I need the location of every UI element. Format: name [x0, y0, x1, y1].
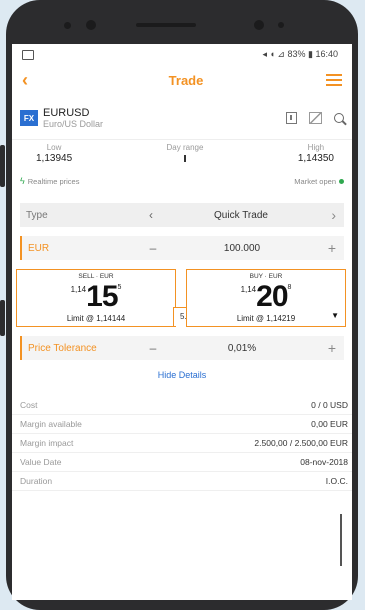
- buy-button[interactable]: BUY · EUR 1,14208 Limit @ 1,14219 ▼: [186, 269, 346, 327]
- speaker-bar: [136, 23, 196, 27]
- high-value: 1,14350: [297, 153, 334, 164]
- phone-side-button: [0, 145, 5, 187]
- market-status: Market open: [294, 176, 336, 186]
- app-screen: ◂ ◖ ⊿ 83% ▮ 16:40 ‹ Trade FX EURUSD Euro…: [12, 44, 352, 600]
- amount-row[interactable]: EUR – 100.000 +: [20, 236, 344, 260]
- info-icon[interactable]: [286, 112, 297, 124]
- price-stats: Low 1,13945 Day range High 1,14350: [12, 139, 352, 173]
- sensor-dot-right: [278, 22, 284, 28]
- detail-row: Margin impact 2.500,00 / 2.500,00 EUR: [12, 434, 352, 453]
- order-details: Cost 0 / 0 USD Margin available 0,00 EUR M…: [12, 396, 352, 491]
- app-bar: ‹ Trade: [12, 65, 352, 95]
- detail-row: Cost 0 / 0 USD: [12, 396, 352, 415]
- realtime-bar: ϟ Realtime prices Market open: [12, 173, 352, 189]
- minus-icon[interactable]: –: [138, 341, 168, 355]
- signal-icons: ◂ ◖ ⊿: [262, 49, 285, 59]
- battery-level: 83%: [287, 49, 306, 59]
- stat-high: High 1,14350: [297, 143, 334, 164]
- order-type-label: Type: [26, 209, 48, 221]
- quote-panel: SELL · EUR 1,14155 Limit @ 1,14144 5.3 B…: [16, 269, 346, 333]
- instrument-name: Euro/US Dollar: [43, 119, 104, 129]
- order-type-row[interactable]: Type ‹ Quick Trade ›: [20, 203, 344, 227]
- day-range-marker: [183, 155, 186, 162]
- buy-price: 1,14208: [240, 280, 292, 313]
- tolerance-label: Price Tolerance: [28, 342, 97, 354]
- back-chevron-icon[interactable]: ‹: [22, 71, 46, 89]
- clock: 16:40: [315, 49, 338, 59]
- buy-limit: Limit @ 1,14219: [236, 314, 296, 323]
- sell-button[interactable]: SELL · EUR 1,14155 Limit @ 1,14144: [16, 269, 176, 327]
- stat-day-range: Day range: [167, 143, 203, 173]
- detail-row: Duration I.O.C.: [12, 472, 352, 491]
- sensor-dot: [64, 22, 71, 29]
- tolerance-value[interactable]: 0,01%: [168, 343, 316, 354]
- status-bar: ◂ ◖ ⊿ 83% ▮ 16:40: [12, 44, 352, 65]
- price-down-arrow-icon: ▼: [331, 311, 339, 320]
- phone-side-button-lower: [0, 300, 5, 336]
- phone-top-bezel: [6, 0, 358, 44]
- chevron-right-icon[interactable]: ›: [316, 207, 336, 223]
- notification-icon: [22, 49, 34, 60]
- sell-price: 1,14155: [70, 280, 122, 313]
- detail-row: Value Date 08-nov-2018: [12, 453, 352, 472]
- chart-icon[interactable]: [309, 112, 322, 124]
- price-tolerance-row[interactable]: Price Tolerance – 0,01% +: [20, 336, 344, 360]
- sell-limit: Limit @ 1,14144: [66, 314, 126, 323]
- search-icon[interactable]: [334, 113, 344, 123]
- market-open-dot-icon: [339, 178, 344, 184]
- camera-dot: [86, 20, 96, 30]
- instrument-header: FX EURUSD Euro/US Dollar: [12, 103, 352, 133]
- plus-icon[interactable]: +: [316, 240, 336, 256]
- page-title: Trade: [168, 72, 204, 88]
- buy-header: BUY · EUR: [249, 273, 283, 280]
- sell-header: SELL · EUR: [78, 273, 114, 280]
- lightning-icon: ϟ: [20, 176, 25, 186]
- stat-low: Low 1,13945: [36, 143, 73, 164]
- scrollbar[interactable]: [340, 514, 342, 566]
- amount-value[interactable]: 100.000: [168, 243, 316, 254]
- chevron-left-icon[interactable]: ‹: [136, 208, 166, 222]
- amount-currency-label: EUR: [28, 242, 50, 254]
- instrument-symbol: EURUSD: [43, 107, 90, 119]
- minus-icon[interactable]: –: [138, 241, 168, 255]
- hide-details-link[interactable]: Hide Details: [12, 370, 352, 384]
- hamburger-menu-icon[interactable]: [326, 74, 342, 86]
- plus-icon[interactable]: +: [316, 340, 336, 356]
- order-type-value: Quick Trade: [214, 209, 268, 221]
- realtime-label: Realtime prices: [27, 176, 80, 186]
- front-camera-dot: [254, 20, 264, 30]
- fx-badge-icon: FX: [20, 110, 38, 126]
- status-right: ◂ ◖ ⊿ 83% ▮ 16:40: [262, 49, 338, 60]
- low-value: 1,13945: [36, 153, 73, 164]
- detail-row: Margin available 0,00 EUR: [12, 415, 352, 434]
- battery-icon: ▮: [308, 49, 313, 59]
